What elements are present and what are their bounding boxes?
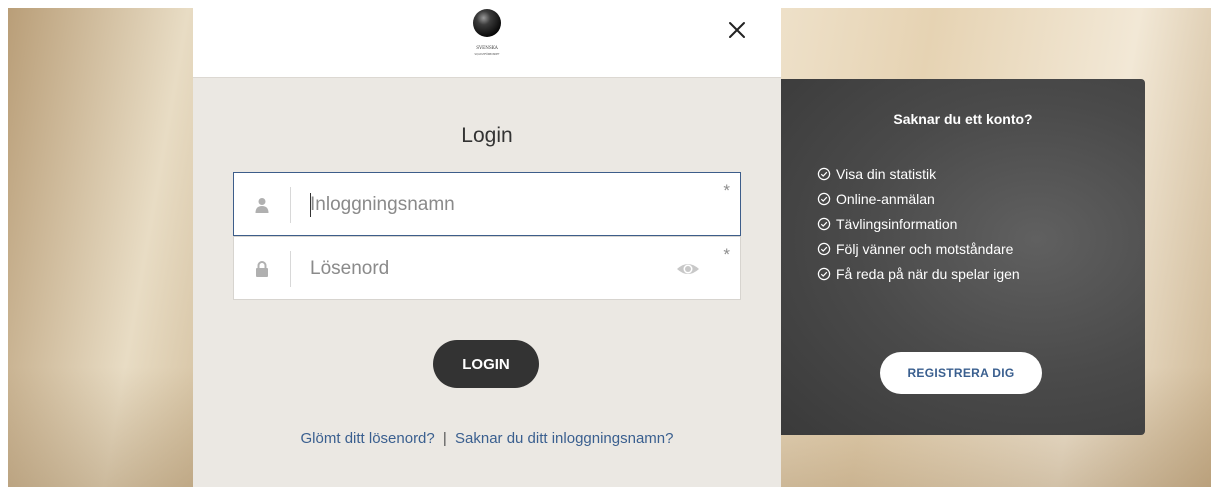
feature-text: Online-anmälan xyxy=(836,190,935,207)
modal-header: SVENSKA SQUASHFÖRBUNDET xyxy=(193,0,781,78)
user-icon xyxy=(252,195,272,215)
username-field[interactable]: * xyxy=(233,172,741,236)
feature-item: Tävlingsinformation xyxy=(817,211,1020,236)
logo: SVENSKA SQUASHFÖRBUNDET xyxy=(473,9,501,56)
check-circle-icon xyxy=(817,267,831,280)
register-button[interactable]: REGISTRERA DIG xyxy=(880,352,1042,394)
check-circle-icon xyxy=(817,167,831,180)
close-button[interactable] xyxy=(719,12,755,48)
feature-text: Få reda på när du spelar igen xyxy=(836,265,1020,282)
check-circle-icon xyxy=(817,217,831,230)
help-links: Glömt ditt lösenord? | Saknar du ditt in… xyxy=(193,430,781,447)
feature-item: Online-anmälan xyxy=(817,186,1020,211)
feature-item: Följ vänner och motståndare xyxy=(817,236,1020,261)
username-input[interactable] xyxy=(310,189,650,221)
login-button[interactable]: LOGIN xyxy=(433,340,539,388)
password-field[interactable]: * xyxy=(233,236,741,300)
field-divider xyxy=(290,187,291,223)
field-divider xyxy=(290,251,291,287)
eye-icon[interactable] xyxy=(676,259,700,279)
logo-text: SVENSKA xyxy=(476,45,498,50)
feature-text: Visa din statistik xyxy=(836,165,937,182)
password-input[interactable] xyxy=(310,253,650,285)
login-modal: SVENSKA SQUASHFÖRBUNDET Login * xyxy=(193,0,781,487)
feature-text: Tävlingsinformation xyxy=(836,215,958,232)
check-circle-icon xyxy=(817,242,831,255)
login-title: Login xyxy=(461,124,513,147)
register-panel: Saknar du ett konto? Visa din statistik … xyxy=(781,79,1145,435)
lock-icon xyxy=(252,259,272,279)
feature-item: Visa din statistik xyxy=(817,161,1020,186)
text-cursor xyxy=(310,193,311,217)
feature-text: Följ vänner och motståndare xyxy=(836,240,1014,257)
required-mark: * xyxy=(723,245,730,264)
forgot-username-link[interactable]: Saknar du ditt inloggningsnamn? xyxy=(455,430,673,447)
required-mark: * xyxy=(723,181,730,200)
close-icon xyxy=(729,22,745,38)
register-panel-title: Saknar du ett konto? xyxy=(893,111,1033,127)
feature-list: Visa din statistik Online-anmälan Tävlin… xyxy=(817,161,1020,286)
forgot-password-link[interactable]: Glömt ditt lösenord? xyxy=(301,430,435,447)
logo-subtext: SQUASHFÖRBUNDET xyxy=(474,53,500,56)
link-separator: | xyxy=(442,430,447,447)
check-circle-icon xyxy=(817,192,831,205)
feature-item: Få reda på när du spelar igen xyxy=(817,261,1020,286)
